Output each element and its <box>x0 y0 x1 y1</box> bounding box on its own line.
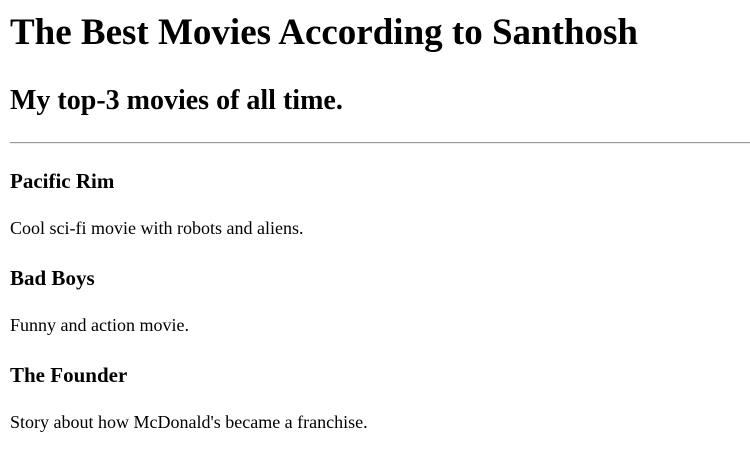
page: The Best Movies According to Santhosh My… <box>0 0 750 452</box>
movie-title: The Founder <box>10 363 128 387</box>
movie-item-pacific-rim: Pacific Rim Cool sci-fi movie with robot… <box>10 168 740 265</box>
movie-title: Pacific Rim <box>10 169 115 193</box>
movie-title: Bad Boys <box>10 266 95 290</box>
movie-list: Pacific Rim Cool sci-fi movie with robot… <box>10 168 740 452</box>
page-subtitle: My top-3 movies of all time. <box>10 85 343 116</box>
movie-description: Story about how McDonald's became a fran… <box>10 412 368 432</box>
page-title: The Best Movies According to Santhosh <box>10 12 639 53</box>
movie-item-bad-boys: Bad Boys Funny and action movie. <box>10 265 740 362</box>
movie-description: Cool sci-fi movie with robots and aliens… <box>10 218 304 238</box>
movie-description: Funny and action movie. <box>10 315 189 335</box>
section-divider <box>10 142 750 144</box>
movie-item-the-founder: The Founder Story about how McDonald's b… <box>10 362 740 452</box>
